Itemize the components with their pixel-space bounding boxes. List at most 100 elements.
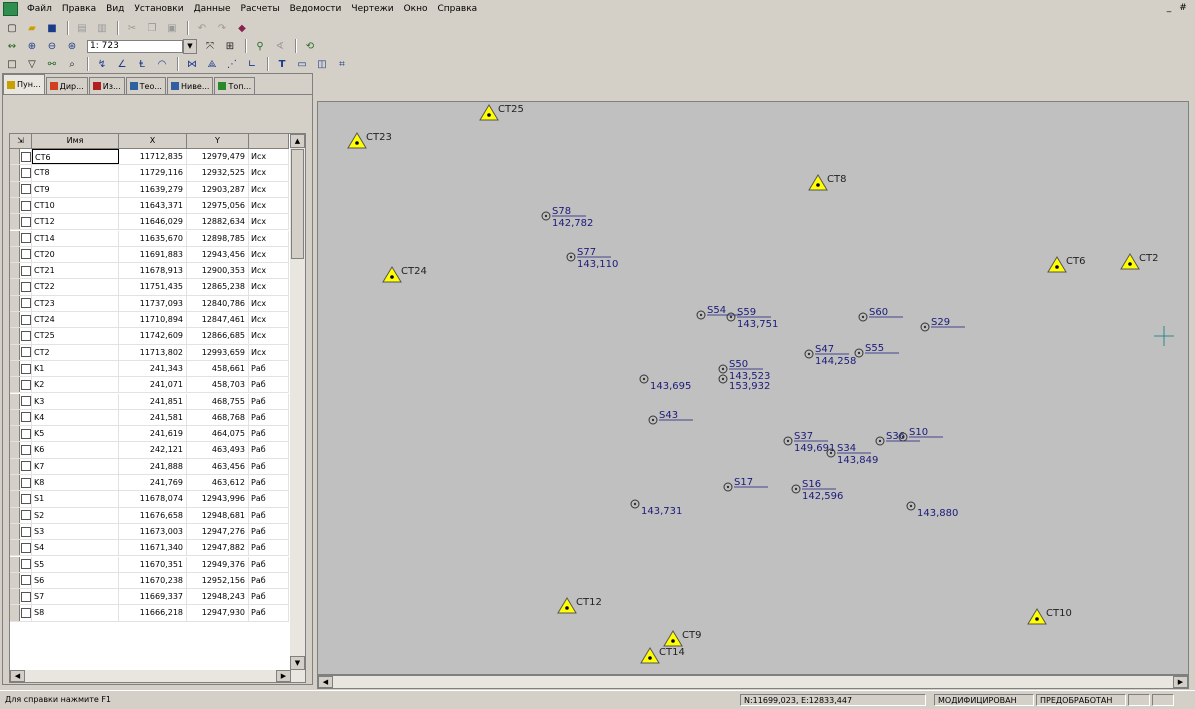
cell-name[interactable]: K2: [32, 377, 119, 393]
row-indicator[interactable]: [10, 491, 20, 507]
row-checkbox[interactable]: [20, 149, 32, 165]
checkbox-icon[interactable]: [20, 216, 31, 227]
cell-x[interactable]: 11691,883: [119, 246, 187, 263]
cell-type[interactable]: Раб: [249, 442, 289, 458]
cell-x[interactable]: 11710,894: [119, 312, 187, 328]
cell-y[interactable]: 12903,287: [187, 181, 249, 197]
cell-y[interactable]: 12947,930: [187, 605, 249, 621]
network-icon[interactable]: ⋈: [183, 56, 201, 73]
cell-x[interactable]: 11671,340: [119, 540, 187, 556]
cell-y[interactable]: 12900,353: [187, 263, 249, 279]
cell-name[interactable]: K3: [32, 393, 119, 409]
cell-type[interactable]: Раб: [249, 540, 289, 556]
layers-icon[interactable]: ⚯: [43, 56, 61, 73]
zoom-in-icon[interactable]: ⊕: [23, 38, 41, 55]
row-checkbox[interactable]: [20, 605, 32, 621]
cell-type[interactable]: Раб: [249, 507, 289, 523]
control-station[interactable]: CT9: [663, 630, 701, 647]
cell-type[interactable]: Исх: [249, 328, 289, 344]
control-station[interactable]: CT10: [1027, 608, 1072, 625]
map-horizontal-scrollbar[interactable]: ◀ ▶: [317, 675, 1189, 689]
cell-y[interactable]: 458,703: [187, 377, 249, 393]
cell-y[interactable]: 12949,376: [187, 556, 249, 572]
row-checkbox[interactable]: [20, 360, 32, 377]
table-row[interactable]: CT9 11639,279 12903,287 Исх: [10, 181, 289, 198]
survey-point[interactable]: S54: [696, 305, 741, 320]
checkbox-icon[interactable]: [20, 265, 31, 276]
cell-type[interactable]: Раб: [249, 458, 289, 474]
cell-name[interactable]: CT25: [32, 328, 119, 344]
cell-name[interactable]: CT8: [32, 165, 119, 181]
cell-y[interactable]: 464,075: [187, 426, 249, 442]
cell-x[interactable]: 11635,670: [119, 230, 187, 246]
row-indicator[interactable]: [10, 377, 20, 393]
control-station[interactable]: CT23: [347, 132, 392, 149]
survey-point[interactable]: S43: [648, 410, 693, 425]
control-station[interactable]: CT6: [1047, 256, 1085, 273]
cell-y[interactable]: 12975,056: [187, 197, 249, 214]
cell-type[interactable]: Исх: [249, 214, 289, 230]
station-triangle-icon[interactable]: [640, 647, 660, 664]
table-row[interactable]: CT8 11729,116 12932,525 Исх: [10, 165, 289, 182]
cell-x[interactable]: 11670,238: [119, 572, 187, 589]
cell-y[interactable]: 12866,685: [187, 328, 249, 344]
grid-icon[interactable]: ⌗: [333, 56, 351, 73]
table-row[interactable]: S3 11673,003 12947,276 Раб: [10, 523, 289, 541]
menu-reports[interactable]: Ведомости: [285, 4, 347, 14]
cell-y[interactable]: 12947,882: [187, 540, 249, 556]
cell-name[interactable]: S6: [32, 572, 119, 589]
row-indicator[interactable]: [10, 442, 20, 458]
survey-point[interactable]: S47144,258: [804, 344, 856, 367]
row-indicator[interactable]: [10, 263, 20, 279]
cell-name[interactable]: S4: [32, 540, 119, 556]
station-triangle-icon[interactable]: [1047, 256, 1067, 273]
row-checkbox[interactable]: [20, 377, 32, 393]
cell-x[interactable]: 241,888: [119, 458, 187, 474]
table-row[interactable]: K2 241,071 458,703 Раб: [10, 377, 289, 394]
station-triangle-icon[interactable]: [1120, 253, 1140, 270]
column-header-name[interactable]: Имя: [32, 134, 119, 148]
menu-help[interactable]: Справка: [433, 4, 483, 14]
row-indicator[interactable]: [10, 589, 20, 605]
row-checkbox[interactable]: [20, 572, 32, 589]
row-checkbox[interactable]: [20, 312, 32, 328]
cell-x[interactable]: 11678,913: [119, 263, 187, 279]
cell-y[interactable]: 12847,461: [187, 312, 249, 328]
open-folder-icon[interactable]: ▰: [23, 20, 41, 37]
app-icon[interactable]: [3, 2, 18, 16]
checkbox-icon[interactable]: [20, 542, 31, 553]
checkbox-icon[interactable]: [20, 347, 31, 358]
cell-x[interactable]: 241,343: [119, 360, 187, 377]
cell-type[interactable]: Исх: [249, 230, 289, 246]
cell-type[interactable]: Раб: [249, 393, 289, 409]
cell-type[interactable]: Исх: [249, 181, 289, 197]
survey-point[interactable]: S29: [920, 317, 965, 332]
cell-x[interactable]: 11670,351: [119, 556, 187, 572]
undo-icon[interactable]: ↶: [193, 20, 211, 37]
cell-type[interactable]: Исх: [249, 149, 289, 165]
table-row[interactable]: K3 241,851 468,755 Раб: [10, 393, 289, 410]
table-row[interactable]: CT6 11712,835 12979,479 Исх: [10, 149, 289, 166]
refresh-icon[interactable]: ⟲: [301, 38, 319, 55]
cell-type[interactable]: Раб: [249, 605, 289, 621]
row-checkbox[interactable]: [20, 491, 32, 507]
table-vertical-scrollbar[interactable]: ▲ ▼: [290, 134, 305, 670]
cell-name[interactable]: CT9: [32, 181, 119, 197]
rectangle-select-icon[interactable]: □: [3, 56, 21, 73]
cell-y[interactable]: 12943,996: [187, 491, 249, 507]
table-row[interactable]: K1 241,343 458,661 Раб: [10, 360, 289, 378]
cell-name[interactable]: S1: [32, 491, 119, 507]
cell-y[interactable]: 12948,243: [187, 589, 249, 605]
table-row[interactable]: CT24 11710,894 12847,461 Исх: [10, 312, 289, 329]
cell-type[interactable]: Исх: [249, 344, 289, 360]
cell-x[interactable]: 241,071: [119, 377, 187, 393]
cell-type[interactable]: Раб: [249, 426, 289, 442]
cell-type[interactable]: Исх: [249, 312, 289, 328]
checkbox-icon[interactable]: [20, 608, 31, 619]
tab-directions[interactable]: Дир...: [45, 77, 88, 94]
cell-y[interactable]: 12947,276: [187, 523, 249, 540]
cell-type[interactable]: Раб: [249, 556, 289, 572]
checkbox-icon[interactable]: [20, 282, 31, 293]
table-row[interactable]: K5 241,619 464,075 Раб: [10, 426, 289, 443]
tab-points[interactable]: Пун...: [3, 74, 45, 94]
